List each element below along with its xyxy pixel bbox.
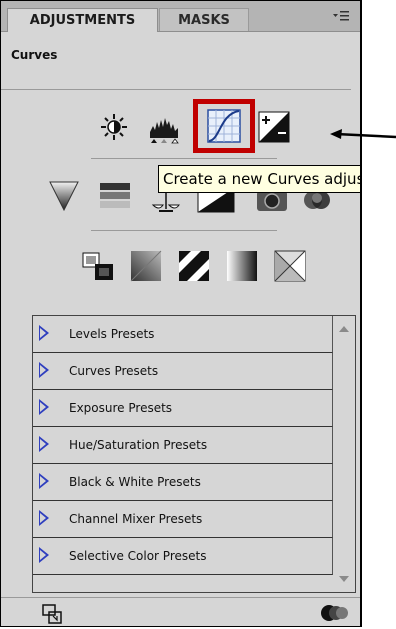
panel-menu-icon[interactable]	[332, 10, 350, 24]
row2-divider	[91, 230, 277, 231]
expand-triangle-icon	[39, 399, 49, 415]
expand-triangle-icon	[39, 510, 49, 526]
title-divider	[1, 89, 351, 90]
expanded-view-icon[interactable]	[41, 603, 63, 625]
preset-label: Levels Presets	[69, 327, 155, 341]
expand-triangle-icon	[39, 547, 49, 563]
layer-visibility-icon[interactable]	[319, 602, 349, 624]
preset-label: Hue/Saturation Presets	[69, 438, 208, 452]
invert-icon[interactable]	[81, 249, 115, 283]
gradient-map-icon[interactable]	[225, 249, 259, 283]
preset-selective-color[interactable]: Selective Color Presets	[33, 538, 333, 575]
tab-adjustments[interactable]: ADJUSTMENTS	[7, 8, 158, 32]
adjustments-panel: ADJUSTMENTS MASKS Curves Create a new Cu…	[0, 0, 362, 627]
levels-icon[interactable]	[147, 110, 181, 144]
posterize-icon[interactable]	[129, 249, 163, 283]
preset-curves[interactable]: Curves Presets	[33, 353, 333, 390]
preset-label: Curves Presets	[69, 364, 159, 378]
preset-label: Selective Color Presets	[69, 549, 207, 563]
curves-button-highlight[interactable]	[193, 99, 255, 153]
exposure-icon[interactable]	[257, 110, 291, 144]
tab-masks[interactable]: MASKS	[159, 8, 249, 31]
selective-color-icon[interactable]	[273, 249, 307, 283]
expand-triangle-icon	[39, 325, 49, 341]
expand-triangle-icon	[39, 436, 49, 452]
preset-label: Black & White Presets	[69, 475, 201, 489]
presets-scrollbar[interactable]	[333, 316, 355, 592]
scroll-up-icon[interactable]	[339, 326, 349, 332]
preset-hue-saturation[interactable]: Hue/Saturation Presets	[33, 427, 333, 464]
expand-triangle-icon	[39, 362, 49, 378]
curves-icon	[207, 109, 241, 143]
panel-title: Curves	[11, 48, 58, 62]
panel-bottom-bar	[1, 597, 360, 626]
preset-black-white[interactable]: Black & White Presets	[33, 464, 333, 501]
preset-channel-mixer[interactable]: Channel Mixer Presets	[33, 501, 333, 538]
curves-tooltip: Create a new Curves adjustment layer	[158, 165, 360, 193]
panel-menu-glyph	[333, 11, 349, 21]
scroll-down-icon[interactable]	[339, 576, 349, 582]
vibrance-icon[interactable]	[47, 179, 81, 213]
annotation-arrow-icon	[330, 129, 396, 139]
presets-list: Levels Presets Curves Presets Exposure P…	[32, 315, 356, 593]
panel-tab-bar: ADJUSTMENTS MASKS	[1, 1, 360, 32]
preset-levels[interactable]: Levels Presets	[33, 316, 333, 353]
brightness-contrast-icon[interactable]	[97, 110, 131, 144]
preset-exposure[interactable]: Exposure Presets	[33, 390, 333, 427]
expand-triangle-icon	[39, 473, 49, 489]
preset-label: Exposure Presets	[69, 401, 173, 415]
preset-label: Channel Mixer Presets	[69, 512, 203, 526]
threshold-icon[interactable]	[177, 249, 211, 283]
hue-saturation-icon[interactable]	[98, 179, 132, 213]
row1-divider	[91, 158, 277, 159]
